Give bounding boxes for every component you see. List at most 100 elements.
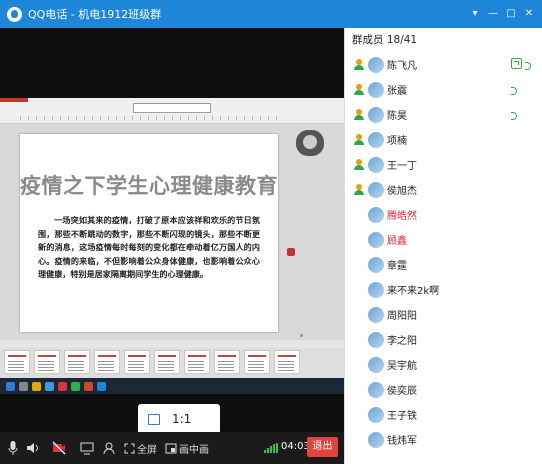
avatar: [368, 406, 384, 423]
member-item[interactable]: 项楠: [345, 127, 542, 152]
member-item[interactable]: 来不来2k啊: [345, 277, 542, 302]
member-name: 侯旭杰: [387, 186, 417, 197]
fullscreen-label: 全屏: [137, 444, 157, 456]
member-item[interactable]: 王一丁: [345, 152, 542, 177]
thumbnail: [214, 350, 240, 374]
avatar: [368, 106, 384, 123]
member-role-icon: [354, 109, 364, 120]
member-item[interactable]: 章霆: [345, 252, 542, 277]
side-marker-icon: [287, 248, 295, 256]
member-name: 腾皓然: [387, 211, 417, 222]
member-name: 钱炜军: [387, 436, 417, 447]
member-item[interactable]: 陈昊: [345, 102, 542, 127]
slide-thumbnails: [0, 348, 344, 378]
member-role-icon: [354, 184, 364, 195]
member-count: 群成员 18/41: [352, 34, 418, 46]
thumbnail: [4, 350, 30, 374]
zoom-label: 1:1: [172, 412, 192, 426]
avatar: [368, 306, 384, 323]
dropdown-button[interactable]: ▾: [466, 6, 484, 22]
member-list: 陈飞凡张震陈昊项楠王一丁侯旭杰腾皓然顾鑫章霆来不来2k啊 周阳阳李之阳吴宇航侯奕辰…: [345, 52, 542, 452]
avatar: [368, 181, 384, 198]
window-icon: [148, 413, 160, 425]
member-name: 顾鑫: [387, 236, 407, 247]
close-button[interactable]: ✕: [520, 6, 538, 22]
member-item[interactable]: 吴宇航: [345, 352, 542, 377]
member-name: 张震: [387, 86, 407, 97]
member-item[interactable]: 张震: [345, 77, 542, 102]
slide-title: 疫情之下学生心理健康教育: [20, 173, 278, 198]
speaking-icon: [511, 85, 520, 95]
thumbnail: [94, 350, 120, 374]
speaker-icon[interactable]: [26, 432, 40, 464]
floating-camera-icon: [296, 130, 324, 156]
thumbnail: [124, 350, 150, 374]
member-item[interactable]: 侯奕辰: [345, 377, 542, 402]
start-icon: [6, 381, 15, 391]
member-item[interactable]: 顾鑫: [345, 227, 542, 252]
mini-window-icon: [133, 103, 211, 113]
presentation-toolbar: [0, 98, 344, 124]
ruler: [20, 116, 280, 120]
avatar: [368, 381, 384, 398]
member-name: 章霆: [387, 261, 407, 272]
member-name: 王一丁: [387, 161, 417, 172]
member-name: 侯奕辰: [387, 386, 417, 397]
shared-screen: 疫情之下学生心理健康教育 一场突如其来的疫情，打破了原本应该祥和欢乐的节日氛围，…: [0, 98, 344, 394]
avatar: [368, 431, 384, 448]
avatar: [368, 281, 384, 298]
avatar: [368, 231, 384, 248]
fullscreen-button[interactable]: 全屏: [124, 432, 157, 464]
call-timer: 04:03: [281, 441, 310, 452]
thumbnail: [184, 350, 210, 374]
member-name: 李之阳: [387, 336, 417, 347]
slide: 疫情之下学生心理健康教育 一场突如其来的疫情，打破了原本应该祥和欢乐的节日氛围，…: [20, 134, 278, 332]
member-item[interactable]: 侯旭杰: [345, 177, 542, 202]
member-item[interactable]: 腾皓然: [345, 202, 542, 227]
member-name: 周阳阳: [387, 311, 417, 322]
avatar: [368, 56, 384, 73]
qq-logo-icon: [7, 6, 22, 22]
member-name: 王子铁: [387, 411, 417, 422]
speaking-icon: [525, 60, 534, 70]
member-role-icon: [354, 59, 364, 70]
member-item[interactable]: 李之阳: [345, 327, 542, 352]
member-name: 陈飞凡: [387, 61, 417, 72]
slide-body: 一场突如其来的疫情，打破了原本应该祥和欢乐的节日氛围，那些不断跳动的数字，那些不…: [38, 215, 260, 279]
member-item[interactable]: 陈飞凡: [345, 52, 542, 77]
pip-label: 画中画: [179, 444, 209, 456]
remote-taskbar: [0, 378, 344, 394]
thumbnail: [274, 350, 300, 374]
member-item[interactable]: 周阳阳: [345, 302, 542, 327]
avatar: [368, 206, 384, 223]
screen-sharing-icon: [511, 58, 522, 69]
microphone-icon[interactable]: [8, 432, 18, 464]
member-name: 陈昊: [387, 111, 407, 122]
window-title: QQ电话 - 机电1912班级群: [28, 8, 162, 21]
zoom-ratio-button[interactable]: 1:1: [138, 404, 220, 434]
camera-off-icon[interactable]: [52, 432, 66, 464]
avatar: [368, 256, 384, 273]
member-item[interactable]: 王子铁: [345, 402, 542, 427]
avatar: [368, 81, 384, 98]
avatar: [368, 356, 384, 373]
member-role-icon: [354, 134, 364, 145]
minimize-button[interactable]: —: [484, 6, 502, 22]
maximize-button[interactable]: □: [502, 6, 520, 22]
avatar: [368, 131, 384, 148]
presenter-icon[interactable]: [102, 432, 116, 464]
title-bar: QQ电话 - 机电1912班级群 ▾ — □ ✕: [0, 0, 542, 28]
member-name: 来不来2k啊: [387, 286, 440, 297]
slide-statusbar: [0, 340, 344, 348]
member-item[interactable]: 钱炜军: [345, 427, 542, 452]
pip-icon: [165, 443, 177, 453]
speaking-icon: [511, 110, 520, 120]
screen-share-icon[interactable]: [80, 432, 94, 464]
picture-in-picture-button[interactable]: 画中画: [165, 432, 209, 464]
fullscreen-icon: [124, 443, 135, 453]
exit-button[interactable]: 退出: [307, 437, 338, 457]
member-role-icon: [354, 84, 364, 95]
member-name: 吴宇航: [387, 361, 417, 372]
thumbnail: [64, 350, 90, 374]
avatar: [368, 156, 384, 173]
